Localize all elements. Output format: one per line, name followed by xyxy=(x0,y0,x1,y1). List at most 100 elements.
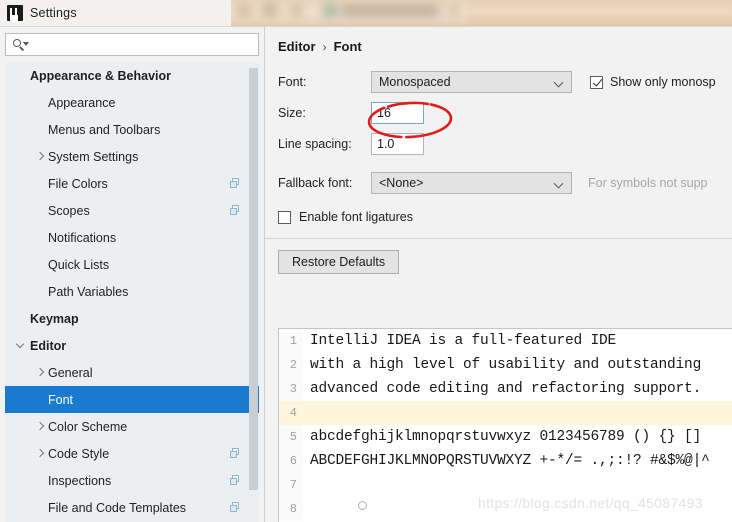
sidebar-item-label: Code Style xyxy=(48,446,110,461)
copy-settings-icon[interactable] xyxy=(230,502,241,513)
sidebar-item-keymap[interactable]: Keymap xyxy=(5,305,259,332)
settings-sidebar: Appearance & Behavior Appearance Menus and… xyxy=(0,27,265,522)
chevron-down-icon[interactable] xyxy=(15,339,29,353)
sidebar-item-system-settings[interactable]: System Settings xyxy=(5,143,259,170)
font-family-value: Monospaced xyxy=(379,75,451,89)
fallback-font-hint: For symbols not supp xyxy=(588,176,708,190)
search-input[interactable] xyxy=(29,34,258,55)
breadcrumb: Editor › Font xyxy=(278,39,732,54)
sidebar-item-label: General xyxy=(48,365,93,380)
sidebar-item-appearance-behavior[interactable]: Appearance & Behavior xyxy=(5,62,259,89)
sidebar-item-quick-lists[interactable]: Quick Lists xyxy=(5,251,259,278)
copy-settings-icon[interactable] xyxy=(230,448,241,459)
checkbox-icon-unchecked xyxy=(278,210,291,224)
preview-line: 3 advanced code editing and refactoring s… xyxy=(279,377,732,401)
font-settings-panel: Editor › Font Font: Monospaced Show only… xyxy=(265,27,732,522)
restore-defaults-button[interactable]: Restore Defaults xyxy=(278,250,400,274)
sidebar-scrollbar[interactable] xyxy=(249,64,258,510)
sidebar-item-label: System Settings xyxy=(48,149,139,164)
chevron-right-icon[interactable] xyxy=(33,447,47,461)
sidebar-item-label: Scopes xyxy=(48,203,90,218)
preview-line-text: ABCDEFGHIJKLMNOPQRSTUVWXYZ +-*/= .,;:!? … xyxy=(310,453,710,469)
sidebar-item-label: File and Code Templates xyxy=(48,500,187,515)
sidebar-item-general[interactable]: General xyxy=(5,359,259,386)
preview-line: 2 with a high level of usability and outs… xyxy=(279,353,732,377)
sidebar-item-editor[interactable]: Editor xyxy=(5,332,259,359)
sidebar-item-font[interactable]: Font xyxy=(5,386,259,413)
sidebar-item-file-colors[interactable]: File Colors xyxy=(5,170,259,197)
window-title: Settings xyxy=(30,6,77,20)
size-input[interactable]: 16 xyxy=(371,102,424,124)
chevron-right-icon[interactable] xyxy=(33,366,47,380)
copy-settings-icon[interactable] xyxy=(230,475,241,486)
chevron-down-icon xyxy=(553,77,564,88)
settings-window: Settings Appearance & Behavior Appearance… xyxy=(0,0,732,522)
preview-line: 5 abcdefghijklmnopqrstuvwxyz 0123456789 (… xyxy=(279,425,732,449)
preview-line: 1 IntelliJ IDEA is a full-featured IDE xyxy=(279,329,732,353)
line-number: 6 xyxy=(279,449,303,473)
search-box[interactable] xyxy=(5,33,259,56)
sidebar-item-label: Quick Lists xyxy=(48,257,110,272)
font-label: Font: xyxy=(278,75,307,89)
show-only-monospaced-checkbox[interactable]: Show only monosp xyxy=(590,75,716,89)
preview-line: 6 ABCDEFGHIJKLMNOPQRSTUVWXYZ +-*/= .,;:!?… xyxy=(279,449,732,473)
sidebar-item-code-style[interactable]: Code Style xyxy=(5,440,259,467)
divider xyxy=(265,238,732,239)
breadcrumb-root[interactable]: Editor xyxy=(278,39,316,54)
copy-settings-icon[interactable] xyxy=(230,205,241,216)
line-spacing-value: 1.0 xyxy=(377,137,395,151)
sidebar-item-color-scheme[interactable]: Color Scheme xyxy=(5,413,259,440)
window-body: Appearance & Behavior Appearance Menus and… xyxy=(0,26,732,522)
enable-font-ligatures-label: Enable font ligatures xyxy=(299,210,413,224)
sidebar-item-label: Path Variables xyxy=(48,284,129,299)
sidebar-item-label: Color Scheme xyxy=(48,419,128,434)
font-preview-editor[interactable]: 1 IntelliJ IDEA is a full-featured IDE 2 wi… xyxy=(278,328,732,522)
settings-tree: Appearance & Behavior Appearance Menus and… xyxy=(5,62,259,522)
sidebar-scrollbar-thumb[interactable] xyxy=(249,68,258,490)
sidebar-item-file-and-code-templates[interactable]: File and Code Templates xyxy=(5,494,259,521)
sidebar-item-label: File Colors xyxy=(48,176,108,191)
copy-settings-icon[interactable] xyxy=(230,178,241,189)
search-icon xyxy=(13,38,29,52)
title-bar: Settings xyxy=(0,0,231,26)
breadcrumb-separator-icon: › xyxy=(322,39,327,54)
preview-line-text: advanced code editing and refactoring su… xyxy=(310,381,702,397)
fallback-font-select[interactable]: <None> xyxy=(371,172,572,194)
line-number: 8 xyxy=(279,497,303,521)
sidebar-item-label: Keymap xyxy=(30,311,79,326)
enable-font-ligatures-checkbox[interactable]: Enable font ligatures xyxy=(278,210,732,224)
line-number: 3 xyxy=(279,377,303,401)
sidebar-item-scopes[interactable]: Scopes xyxy=(5,197,259,224)
sidebar-item-inspections[interactable]: Inspections xyxy=(5,467,259,494)
font-row: Font: Monospaced Show only monosp xyxy=(278,71,732,93)
line-number: 4 xyxy=(279,401,303,425)
sidebar-item-label: Notifications xyxy=(48,230,117,245)
sidebar-item-label: Font xyxy=(48,392,74,407)
preview-line-text: with a high level of usability and outst… xyxy=(310,357,702,373)
line-spacing-row: Line spacing: 1.0 xyxy=(278,133,732,155)
sidebar-item-notifications[interactable]: Notifications xyxy=(5,224,259,251)
line-number: 7 xyxy=(279,473,303,497)
chevron-right-icon[interactable] xyxy=(33,420,47,434)
breadcrumb-leaf: Font xyxy=(333,39,362,54)
loading-circle-icon xyxy=(358,501,367,510)
line-number: 2 xyxy=(279,353,303,377)
sidebar-item-path-variables[interactable]: Path Variables xyxy=(5,278,259,305)
sidebar-item-appearance[interactable]: Appearance xyxy=(5,89,259,116)
font-family-select[interactable]: Monospaced xyxy=(371,71,572,93)
sidebar-item-menus-and-toolbars[interactable]: Menus and Toolbars xyxy=(5,116,259,143)
line-spacing-input[interactable]: 1.0 xyxy=(371,133,424,155)
sidebar-item-label: Appearance xyxy=(48,95,116,110)
preview-line: 7 xyxy=(279,473,732,497)
chevron-right-icon[interactable] xyxy=(33,150,47,164)
size-row: Size: 16 xyxy=(278,102,732,124)
sidebar-item-label: Editor xyxy=(30,338,67,353)
